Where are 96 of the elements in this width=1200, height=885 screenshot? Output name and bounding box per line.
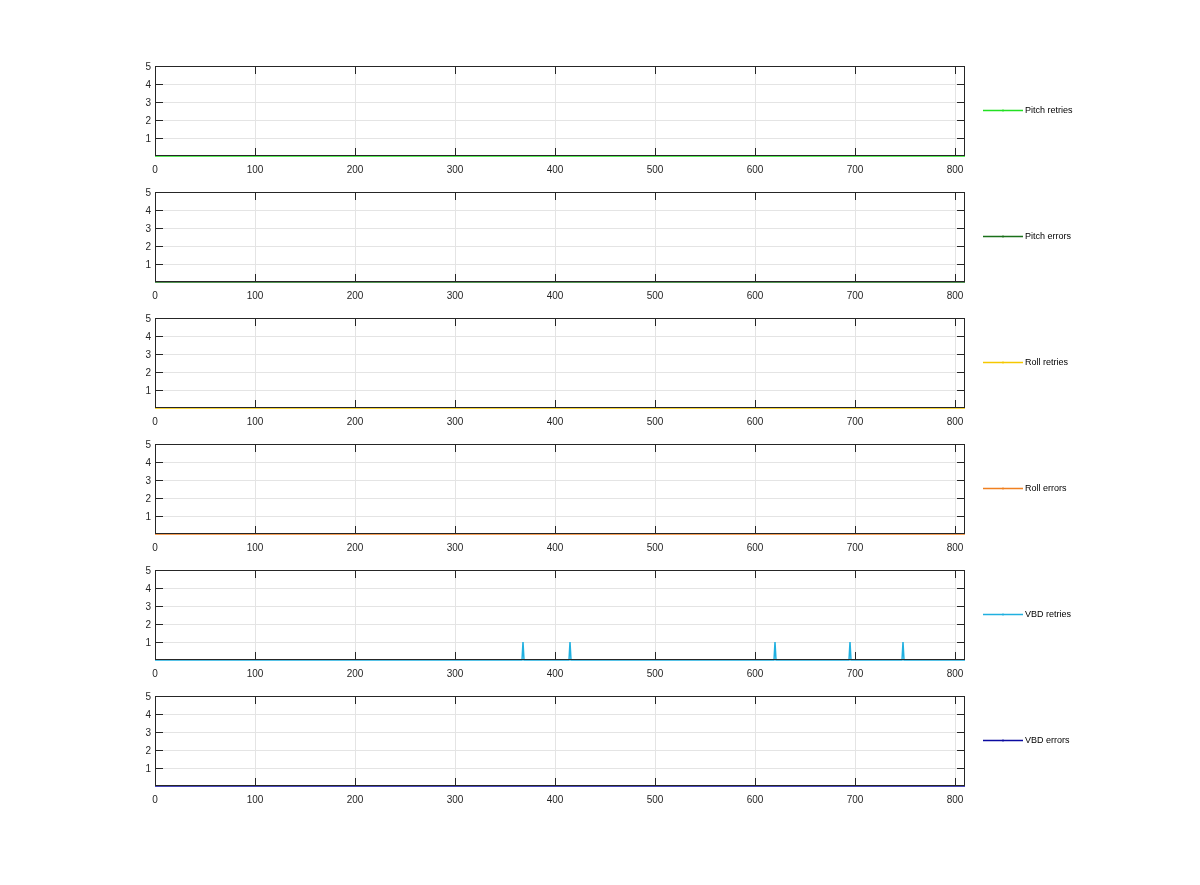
axis-tick-label: 700 — [846, 164, 864, 175]
axis-tick-label: 200 — [346, 542, 364, 553]
axis-tick-label: 5 — [145, 61, 151, 72]
axis-tick-label: 2 — [145, 367, 151, 378]
axis-tick-label: 500 — [646, 290, 664, 301]
axis-tick-label: 0 — [152, 164, 158, 175]
axis-tick-label: 700 — [846, 794, 864, 805]
axis-tick-label: 100 — [246, 668, 264, 679]
legend-line-icon — [983, 107, 1023, 113]
axis-tick-label: 200 — [346, 164, 364, 175]
legend-label: VBD errors — [1025, 735, 1070, 745]
axis-tick-label: 1 — [145, 385, 151, 396]
axis-tick-label: 400 — [546, 542, 564, 553]
axis-tick-label: 3 — [145, 97, 151, 108]
axis-tick-label: 1 — [145, 511, 151, 522]
axis-tick-label: 700 — [846, 290, 864, 301]
axis-tick-label: 800 — [946, 668, 964, 679]
axis-tick-label: 100 — [246, 290, 264, 301]
axis-tick-label: 100 — [246, 794, 264, 805]
axis-tick-label: 600 — [746, 416, 764, 427]
axis-tick-label: 200 — [346, 290, 364, 301]
axis-tick-label: 5 — [145, 313, 151, 324]
axis-tick-label: 1 — [145, 637, 151, 648]
axis-tick-label: 4 — [145, 709, 151, 720]
axis-tick-label: 0 — [152, 542, 158, 553]
legend-label: Roll retries — [1025, 357, 1068, 367]
axis-tick-label: 5 — [145, 187, 151, 198]
axis-tick-label: 800 — [946, 416, 964, 427]
axis-tick-label: 4 — [145, 79, 151, 90]
axis-tick-label: 0 — [152, 668, 158, 679]
axis-tick-label: 600 — [746, 290, 764, 301]
axis-tick-label: 3 — [145, 223, 151, 234]
legend-label: VBD retries — [1025, 609, 1071, 619]
axis-tick-label: 500 — [646, 416, 664, 427]
axis-tick-label: 4 — [145, 583, 151, 594]
legend-line-icon — [983, 611, 1023, 617]
axis-tick-label: 200 — [346, 794, 364, 805]
legend-label: Pitch errors — [1025, 231, 1071, 241]
axis-tick-label: 800 — [946, 164, 964, 175]
axis-tick-label: 5 — [145, 691, 151, 702]
axis-tick-label: 300 — [446, 794, 464, 805]
axis-tick-label: 3 — [145, 475, 151, 486]
axis-tick-label: 300 — [446, 416, 464, 427]
axis-tick-label: 300 — [446, 668, 464, 679]
axis-tick-label: 0 — [152, 416, 158, 427]
axis-tick-label: 2 — [145, 619, 151, 630]
axis-tick-label: 700 — [846, 416, 864, 427]
axis-tick-label: 0 — [152, 794, 158, 805]
axis-tick-label: 1 — [145, 259, 151, 270]
axis-tick-label: 1 — [145, 763, 151, 774]
legend-line-icon — [983, 233, 1023, 239]
axis-tick-label: 5 — [145, 565, 151, 576]
legend-line-icon — [983, 737, 1023, 743]
axis-tick-label: 600 — [746, 794, 764, 805]
axis-tick-label: 400 — [546, 416, 564, 427]
axis-tick-label: 500 — [646, 668, 664, 679]
axis-tick-label: 100 — [246, 542, 264, 553]
axis-tick-label: 2 — [145, 115, 151, 126]
legend-line-icon — [983, 485, 1023, 491]
axis-tick-label: 800 — [946, 290, 964, 301]
axis-tick-label: 800 — [946, 542, 964, 553]
axis-tick-label: 300 — [446, 164, 464, 175]
axis-tick-label: 4 — [145, 331, 151, 342]
axis-tick-label: 800 — [946, 794, 964, 805]
axis-tick-label: 4 — [145, 205, 151, 216]
axis-tick-label: 200 — [346, 668, 364, 679]
axis-tick-label: 3 — [145, 727, 151, 738]
axis-tick-label: 500 — [646, 542, 664, 553]
axis-tick-label: 100 — [246, 164, 264, 175]
axis-tick-label: 400 — [546, 164, 564, 175]
axis-tick-label: 5 — [145, 439, 151, 450]
axis-tick-label: 2 — [145, 493, 151, 504]
axis-tick-label: 300 — [446, 542, 464, 553]
axis-tick-label: 1 — [145, 133, 151, 144]
axis-tick-label: 0 — [152, 290, 158, 301]
legend-label: Pitch retries — [1025, 105, 1073, 115]
axis-tick-label: 700 — [846, 668, 864, 679]
legend-line-icon — [983, 359, 1023, 365]
axis-tick-label: 2 — [145, 745, 151, 756]
axis-tick-label: 400 — [546, 668, 564, 679]
axis-tick-label: 500 — [646, 164, 664, 175]
axis-tick-label: 500 — [646, 794, 664, 805]
axis-tick-label: 400 — [546, 794, 564, 805]
axis-tick-label: 600 — [746, 542, 764, 553]
axis-tick-label: 200 — [346, 416, 364, 427]
axis-tick-label: 700 — [846, 542, 864, 553]
axis-tick-label: 2 — [145, 241, 151, 252]
axis-tick-label: 600 — [746, 164, 764, 175]
axis-tick-label: 300 — [446, 290, 464, 301]
axis-tick-label: 600 — [746, 668, 764, 679]
axis-tick-label: 4 — [145, 457, 151, 468]
axis-tick-label: 400 — [546, 290, 564, 301]
axis-tick-label: 3 — [145, 349, 151, 360]
axis-tick-label: 100 — [246, 416, 264, 427]
legend-label: Roll errors — [1025, 483, 1067, 493]
axis-tick-label: 3 — [145, 601, 151, 612]
